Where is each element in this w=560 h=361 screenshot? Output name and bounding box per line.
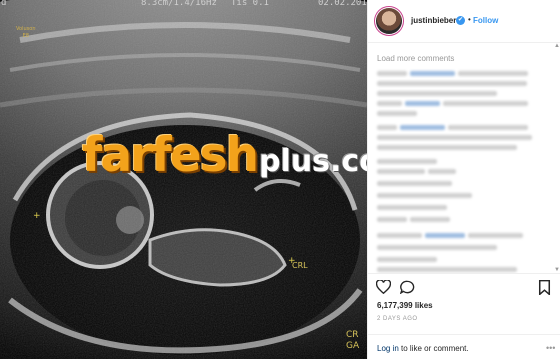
blurred-comment-line — [405, 101, 440, 106]
blurred-comment-line — [377, 81, 527, 86]
post-sidebar: justinbieber ✔ • Follow Load more commen… — [367, 0, 560, 359]
blurred-comment-line — [468, 233, 523, 238]
probe-label-line-1: Voluson — [16, 26, 36, 32]
post-image-ultrasound[interactable]: d 8.3cm/1.4/16Hz Tis 0.1 02.02.201 Volus… — [0, 0, 367, 359]
blurred-comment-line — [377, 233, 422, 238]
login-link[interactable]: Log in — [377, 344, 399, 353]
separator-dot: • — [468, 15, 471, 24]
blurred-comment-line — [410, 217, 450, 222]
watermark-part-1: farfesh — [82, 128, 259, 183]
blurred-comment-line — [377, 267, 517, 272]
comment-icon[interactable] — [399, 280, 415, 299]
measurement-corner-line-1: CR — [346, 330, 359, 340]
verified-badge-icon: ✔ — [456, 16, 465, 25]
watermark-part-2: plus.com — [259, 144, 367, 179]
watermark-logo: farfeshplus.com — [82, 128, 367, 183]
probe-label-line-2: E8 — [22, 33, 29, 39]
scroll-up-arrow-icon[interactable]: ▲ — [554, 43, 560, 49]
follow-button[interactable]: Follow — [473, 16, 498, 25]
avatar[interactable] — [376, 8, 402, 34]
likes-count[interactable]: 6,177,399 likes — [377, 301, 433, 310]
login-prompt-text: to like or comment. — [398, 344, 469, 353]
blurred-comment-line — [448, 125, 528, 130]
blurred-comment-line — [443, 101, 528, 106]
blurred-comment-line — [377, 245, 497, 250]
blurred-comment-line — [377, 145, 517, 150]
comments-list[interactable]: Load more comments — [368, 43, 560, 273]
blurred-comment-line — [377, 181, 452, 186]
post-timestamp: 2 DAYS AGO — [377, 316, 418, 322]
blurred-comment-line — [410, 71, 455, 76]
blurred-comment-line — [425, 233, 465, 238]
blurred-comment-line — [377, 193, 472, 198]
blurred-comment-line — [377, 159, 437, 164]
measurement-corner-line-2: GA — [346, 341, 360, 351]
heart-icon[interactable] — [375, 279, 392, 299]
scan-parameters: d 8.3cm/1.4/16Hz Tis 0.1 02.02.201 — [0, 0, 367, 10]
load-more-comments-link[interactable]: Load more comments — [377, 54, 454, 63]
login-prompt: Log in to like or comment. — [377, 344, 469, 353]
blurred-comment-line — [377, 217, 407, 222]
blurred-comment-line — [428, 169, 456, 174]
scan-settings: 8.3cm/1.4/16Hz — [141, 0, 217, 8]
scan-left-text: d — [1, 0, 7, 8]
measurement-corner-text: CR GA — [346, 330, 359, 352]
username-link[interactable]: justinbieber — [411, 16, 456, 25]
blurred-comment-line — [377, 135, 532, 140]
more-options-icon[interactable]: ••• — [546, 343, 555, 353]
blurred-comment-line — [377, 205, 447, 210]
scan-date: 02.02.201 — [318, 0, 367, 8]
blurred-comment-line — [377, 169, 425, 174]
instagram-post: d 8.3cm/1.4/16Hz Tis 0.1 02.02.201 Volus… — [0, 0, 560, 359]
login-bar: Log in to like or comment. ••• — [368, 334, 560, 361]
probe-label: Voluson E8 — [16, 26, 35, 40]
comments-scrollbar[interactable]: ▲ ▼ — [554, 43, 560, 273]
blurred-comment-line — [400, 125, 445, 130]
blurred-comment-line — [458, 71, 528, 76]
post-header: justinbieber ✔ • Follow — [368, 0, 560, 43]
post-actions: 6,177,399 likes 2 DAYS AGO Log in to lik… — [368, 273, 560, 360]
blurred-comment-line — [377, 101, 402, 106]
scan-tis: Tis 0.1 — [231, 0, 269, 8]
caliper-marker-left: + — [33, 211, 41, 221]
blurred-comment-line — [377, 71, 407, 76]
blurred-comment-line — [377, 125, 397, 130]
crl-label: CRL — [292, 261, 308, 270]
bookmark-icon[interactable] — [538, 279, 551, 300]
blurred-comment-line — [377, 257, 437, 262]
blurred-comment-line — [377, 111, 417, 116]
blurred-comment-line — [377, 91, 497, 96]
